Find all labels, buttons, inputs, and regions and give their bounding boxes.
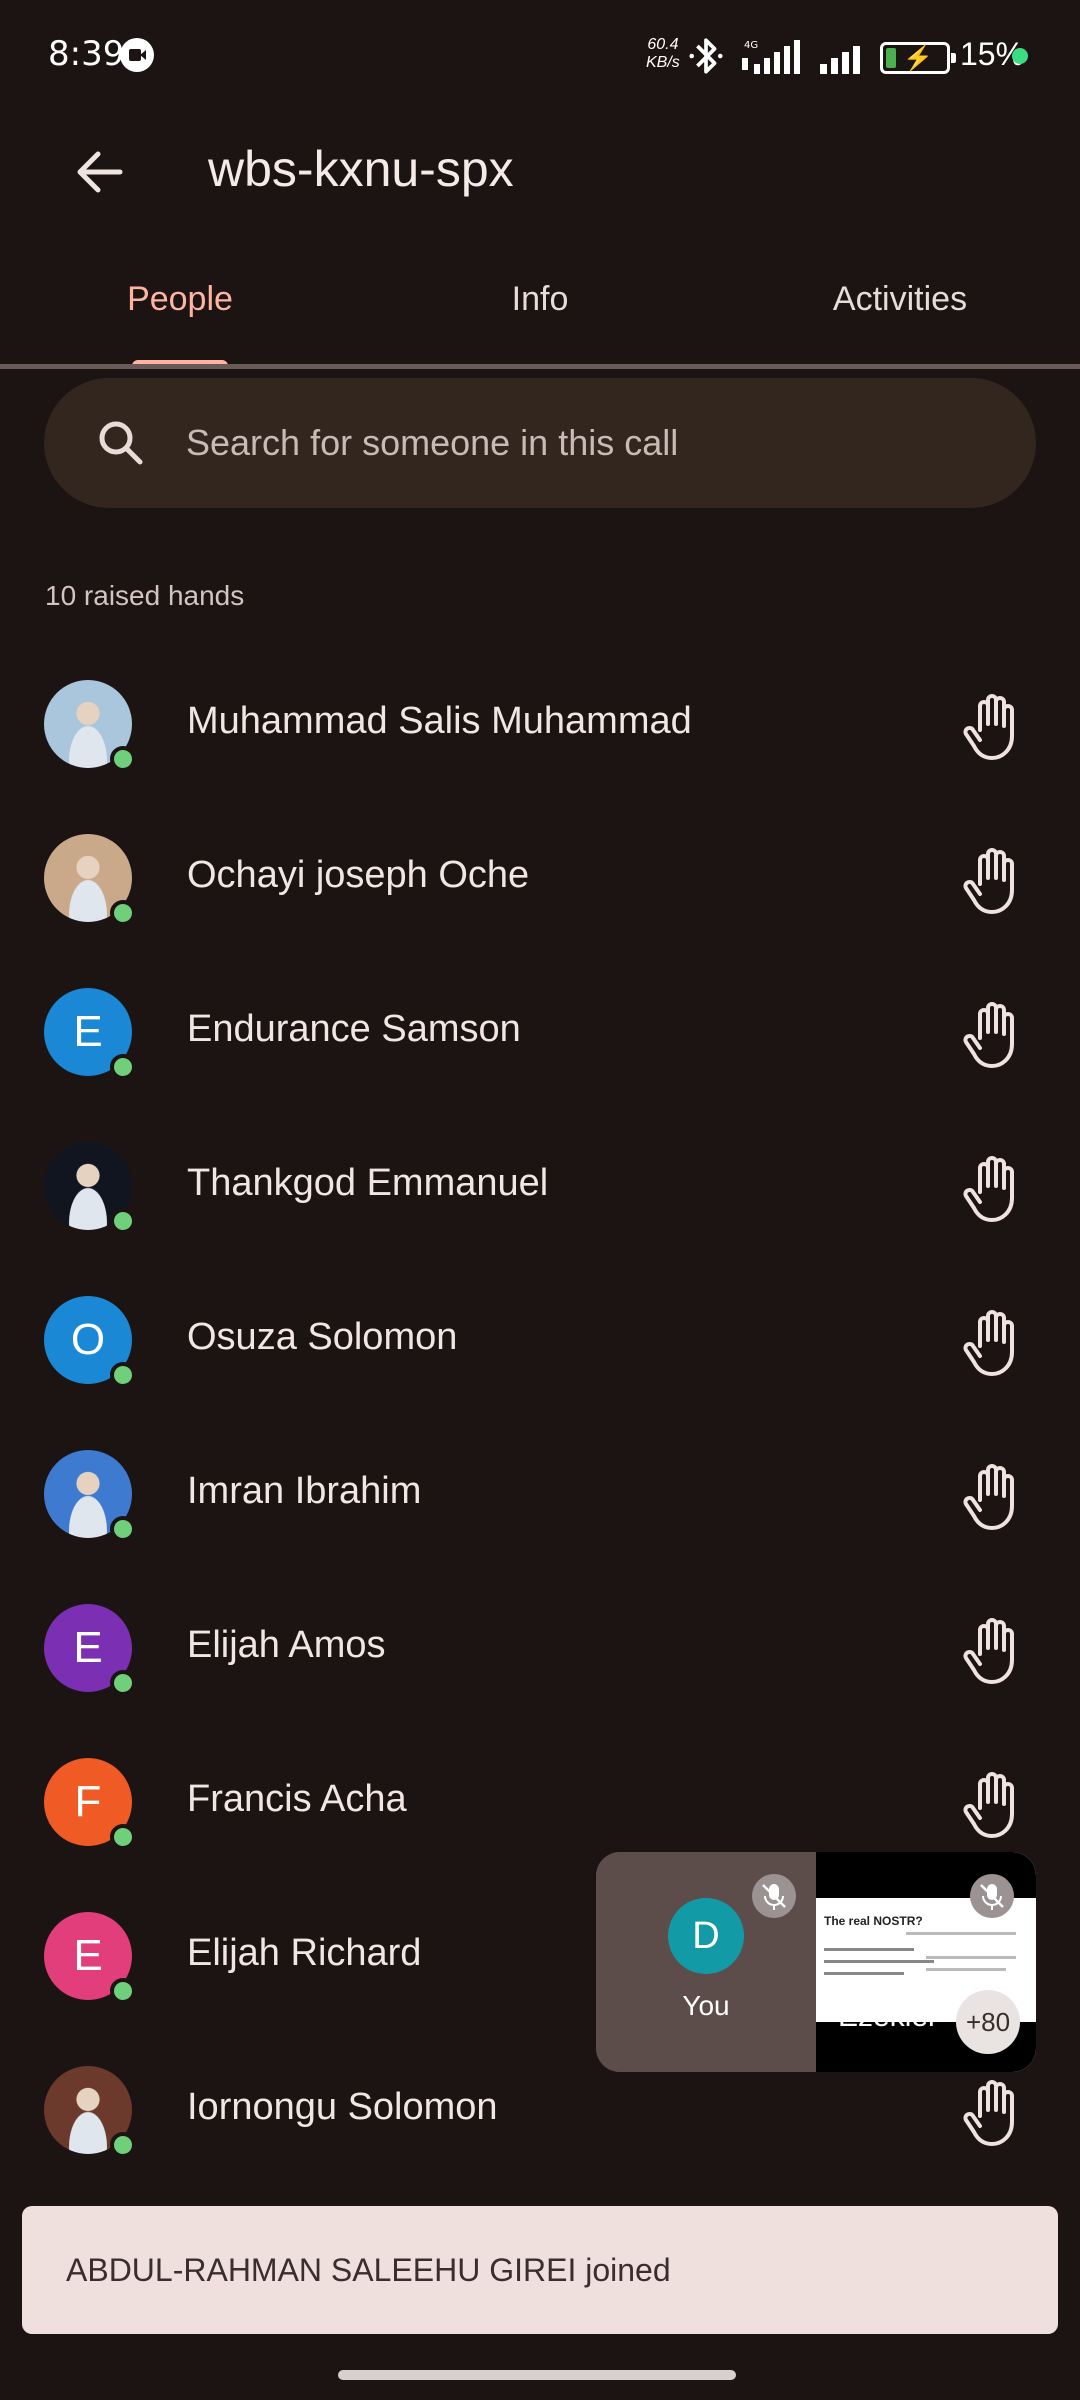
network-type: 4G xyxy=(744,40,758,51)
online-status-dot xyxy=(110,900,136,926)
online-status-dot xyxy=(110,1516,136,1542)
participant-name: Francis Acha xyxy=(187,1778,407,1820)
online-status-dot xyxy=(110,1208,136,1234)
battery-charging-icon: ⚡ xyxy=(880,42,956,74)
toast-message: ABDUL-RAHMAN SALEEHU GIREI joined xyxy=(66,2252,671,2288)
search-input[interactable]: Search for someone in this call xyxy=(44,378,1036,508)
pip-participant-name: Ezekiel xyxy=(838,2000,935,2033)
network-speed-value: 60.4 xyxy=(647,36,679,53)
back-arrow-icon[interactable] xyxy=(60,132,140,212)
signal-icon xyxy=(820,46,860,74)
bluetooth-icon xyxy=(689,38,723,74)
screen-record-icon xyxy=(120,38,154,72)
avatar: E xyxy=(44,988,136,1080)
online-status-dot xyxy=(110,1824,136,1850)
pip-self-tile[interactable]: D You xyxy=(596,1852,816,2072)
tabs-divider xyxy=(0,364,1080,369)
participant-name: Osuza Solomon xyxy=(187,1316,458,1358)
tab-bar: People Info Activities xyxy=(0,250,1080,370)
mic-off-icon xyxy=(970,1874,1014,1918)
participant-name: Imran Ibrahim xyxy=(187,1470,422,1512)
avatar: O xyxy=(44,1296,136,1388)
raised-hand-icon[interactable] xyxy=(960,1614,1026,1686)
raised-hand-icon[interactable] xyxy=(960,2076,1026,2148)
participant-name: Elijah Richard xyxy=(187,1932,422,1974)
participant-row[interactable]: Ochayi joseph Oche xyxy=(0,804,1080,958)
tab-people[interactable]: People xyxy=(0,280,360,319)
raised-hand-icon[interactable] xyxy=(960,998,1026,1070)
participant-row[interactable]: E Elijah Amos xyxy=(0,1574,1080,1728)
raised-hand-icon[interactable] xyxy=(960,690,1026,762)
raised-hand-icon[interactable] xyxy=(960,1306,1026,1378)
online-status-dot xyxy=(110,1670,136,1696)
signal-icon: 4G xyxy=(742,40,800,74)
network-speed: 60.4 KB/s xyxy=(646,36,680,72)
tab-info[interactable]: Info xyxy=(360,280,720,319)
pip-other-tile[interactable]: The real NOSTR? Ezekiel +80 xyxy=(816,1852,1036,2072)
raised-hands-count: 10 raised hands xyxy=(45,580,245,611)
participant-name: Muhammad Salis Muhammad xyxy=(187,700,692,742)
online-status-dot xyxy=(110,1054,136,1080)
participant-name: Iornongu Solomon xyxy=(187,2086,498,2128)
participant-row[interactable]: O Osuza Solomon xyxy=(0,1266,1080,1420)
participant-row[interactable]: E Endurance Samson xyxy=(0,958,1080,1112)
raised-hand-icon[interactable] xyxy=(960,1152,1026,1224)
avatar xyxy=(44,1142,136,1234)
avatar: F xyxy=(44,1758,136,1850)
avatar xyxy=(44,1450,136,1542)
online-status-dot xyxy=(110,1362,136,1388)
search-placeholder: Search for someone in this call xyxy=(186,422,679,463)
participant-name: Thankgod Emmanuel xyxy=(187,1162,549,1204)
avatar: E xyxy=(44,1912,136,2004)
status-bar: 8:39 60.4 KB/s 4G ⚡ 15% xyxy=(0,0,1080,110)
avatar xyxy=(44,834,136,926)
participant-row[interactable]: Imran Ibrahim xyxy=(0,1420,1080,1574)
raised-hand-icon[interactable] xyxy=(960,1460,1026,1532)
tab-activities[interactable]: Activities xyxy=(720,280,1080,319)
shared-slide-title: The real NOSTR? xyxy=(824,1914,923,1928)
more-participants-badge: +80 xyxy=(956,1990,1020,2054)
participant-name: Endurance Samson xyxy=(187,1008,521,1050)
avatar-initial: O xyxy=(70,1315,106,1364)
avatar-initial: F xyxy=(74,1777,102,1826)
network-speed-unit: KB/s xyxy=(646,54,680,71)
participant-row[interactable]: Muhammad Salis Muhammad xyxy=(0,650,1080,804)
privacy-indicator-dot xyxy=(1012,48,1028,64)
join-toast: ABDUL-RAHMAN SALEEHU GIREI joined xyxy=(22,2206,1058,2334)
picture-in-picture[interactable]: D You The real NOSTR? Ezekiel +80 xyxy=(596,1852,1036,2072)
raised-hand-icon[interactable] xyxy=(960,1768,1026,1840)
home-indicator[interactable] xyxy=(338,2370,736,2380)
status-time: 8:39 xyxy=(48,34,125,74)
participant-name: Ochayi joseph Oche xyxy=(187,854,530,896)
mic-off-icon xyxy=(752,1874,796,1918)
avatar: D xyxy=(668,1898,744,1974)
avatar-initial: E xyxy=(73,1931,103,1980)
raised-hand-icon[interactable] xyxy=(960,844,1026,916)
online-status-dot xyxy=(110,746,136,772)
pip-self-label: You xyxy=(682,1990,730,2021)
avatar-initial: E xyxy=(73,1007,103,1056)
avatar xyxy=(44,2066,136,2158)
meeting-code-title: wbs-kxnu-spx xyxy=(208,141,514,197)
avatar: E xyxy=(44,1604,136,1696)
avatar xyxy=(44,680,136,772)
online-status-dot xyxy=(110,1978,136,2004)
avatar-initial: E xyxy=(73,1623,103,1672)
participant-name: Elijah Amos xyxy=(187,1624,386,1666)
participant-row[interactable]: Thankgod Emmanuel xyxy=(0,1112,1080,1266)
online-status-dot xyxy=(110,2132,136,2158)
search-icon xyxy=(99,421,143,465)
